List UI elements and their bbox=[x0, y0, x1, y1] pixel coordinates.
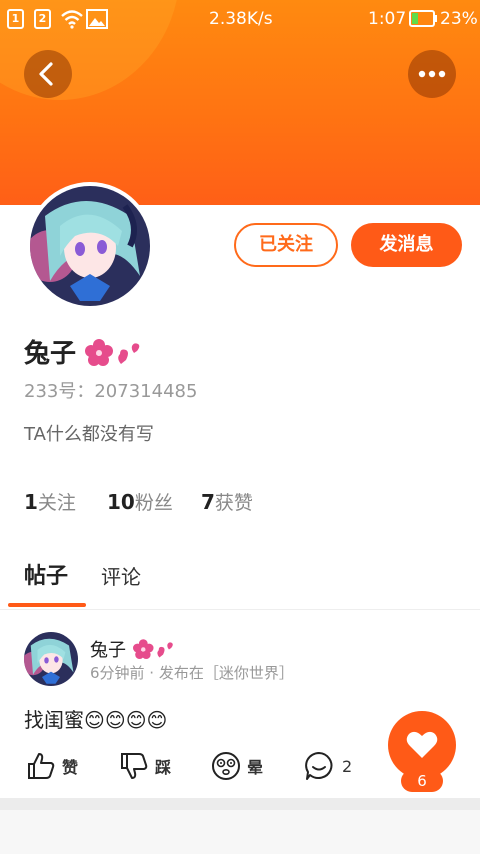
flower-heart-emoji-icon bbox=[132, 639, 173, 659]
heart-icon bbox=[406, 731, 438, 758]
avatar[interactable] bbox=[30, 186, 150, 306]
network-speed: 2.38K/s bbox=[209, 9, 273, 29]
dizzy-button[interactable]: 晕 bbox=[211, 750, 263, 782]
fans-count: 10 bbox=[107, 490, 135, 514]
wifi-icon bbox=[61, 10, 83, 29]
chevron-left-icon bbox=[39, 62, 53, 86]
active-tab-indicator bbox=[8, 603, 86, 607]
followed-button[interactable]: 已关注 bbox=[234, 223, 338, 267]
thumbs-down-icon bbox=[121, 753, 148, 779]
anime-avatar-image bbox=[30, 186, 150, 306]
comment-count: 2 bbox=[342, 756, 353, 776]
post-author-name[interactable]: 兔子 bbox=[90, 636, 178, 662]
sim2-icon: 2 bbox=[34, 9, 51, 29]
tab-posts[interactable]: 帖子 bbox=[24, 558, 68, 590]
fans-stat[interactable]: 10粉丝 bbox=[107, 488, 173, 515]
post-body[interactable]: 找闺蜜😊😊😊😊 bbox=[24, 704, 167, 733]
more-button[interactable] bbox=[408, 50, 456, 98]
likes-count: 7 bbox=[201, 490, 215, 514]
anime-avatar-small-image bbox=[24, 632, 78, 686]
profile-name-text: 兔子 bbox=[24, 339, 77, 369]
thumbs-up-icon bbox=[28, 753, 55, 779]
likes-label: 获赞 bbox=[214, 492, 253, 514]
post-author-name-text: 兔子 bbox=[90, 640, 126, 661]
image-notification-icon bbox=[86, 9, 108, 29]
back-button[interactable] bbox=[24, 50, 72, 98]
flower-heart-emoji-icon bbox=[85, 339, 140, 366]
tabs-divider bbox=[0, 609, 480, 610]
dislike-button[interactable]: 踩 bbox=[119, 750, 171, 782]
dizzy-face-icon bbox=[212, 752, 240, 780]
list-footer bbox=[0, 810, 480, 854]
profile-name: 兔子 bbox=[24, 333, 145, 370]
dislike-label: 踩 bbox=[155, 758, 172, 777]
like-label: 赞 bbox=[62, 758, 79, 777]
battery-percent: 23% bbox=[440, 9, 478, 29]
clock: 1:07 bbox=[368, 9, 407, 29]
section-separator bbox=[0, 798, 480, 810]
post-author-avatar[interactable] bbox=[24, 632, 78, 686]
floating-like-button[interactable] bbox=[388, 711, 456, 779]
post-meta: 6分钟前 · 发布在［迷你世界］ bbox=[90, 664, 294, 682]
user-bio: TA什么都没有写 bbox=[24, 424, 154, 445]
following-label: 关注 bbox=[37, 492, 76, 514]
status-bar: 1 2 2.38K/s 1:07 23% bbox=[0, 0, 480, 38]
comment-button[interactable]: 2 bbox=[304, 750, 352, 782]
user-id: 233号：207314485 bbox=[24, 381, 198, 402]
following-count: 1 bbox=[24, 490, 38, 514]
send-message-button[interactable]: 发消息 bbox=[351, 223, 462, 267]
like-button[interactable]: 赞 bbox=[26, 750, 78, 782]
likes-stat[interactable]: 7获赞 bbox=[201, 488, 253, 515]
dizzy-label: 晕 bbox=[247, 758, 264, 777]
floating-like-count: 6 bbox=[401, 770, 443, 792]
more-dots-icon bbox=[418, 70, 446, 78]
comment-bubble-icon bbox=[305, 752, 333, 780]
fans-label: 粉丝 bbox=[134, 492, 173, 514]
following-stat[interactable]: 1关注 bbox=[24, 488, 76, 515]
tab-comments[interactable]: 评论 bbox=[101, 561, 141, 590]
battery-icon bbox=[409, 10, 437, 27]
sim1-icon: 1 bbox=[7, 9, 24, 29]
